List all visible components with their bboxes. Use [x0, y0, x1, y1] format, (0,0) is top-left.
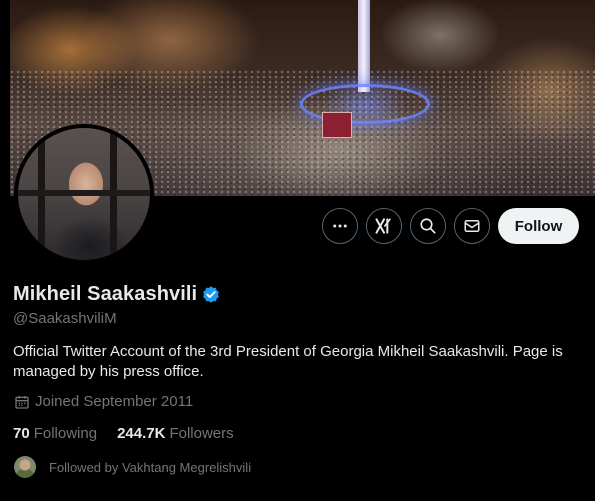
following-count: 70 — [13, 425, 30, 442]
avatar-bar — [38, 128, 45, 260]
display-name: Mikheil Saakashvili — [13, 283, 198, 305]
search-icon — [420, 218, 436, 234]
name-row: Mikheil Saakashvili — [13, 283, 221, 306]
verified-badge-icon[interactable] — [201, 285, 221, 305]
search-button[interactable] — [410, 208, 446, 244]
following-link[interactable]: 70 Following — [13, 425, 97, 442]
message-button[interactable] — [454, 208, 490, 244]
joined-date: Joined September 2011 — [14, 393, 193, 410]
banner-screen — [322, 112, 352, 138]
followed-by[interactable]: Followed by Vakhtang Megrelishvili — [14, 456, 251, 478]
follower-avatar — [14, 456, 36, 478]
followed-by-text: Followed by Vakhtang Megrelishvili — [49, 459, 252, 475]
followers-count: 244.7K — [117, 425, 166, 442]
calendar-icon — [15, 395, 29, 409]
avatar-hbar — [18, 190, 150, 196]
message-icon — [464, 220, 480, 232]
banner-monument — [358, 0, 370, 92]
banner-stage — [300, 84, 430, 124]
profile-bio: Official Twitter Account of the 3rd Pres… — [13, 343, 563, 380]
grok-icon — [375, 218, 391, 234]
follow-stats: 70 Following 244.7K Followers — [13, 425, 254, 442]
more-icon — [333, 224, 347, 228]
followers-link[interactable]: 244.7K Followers — [117, 425, 234, 442]
followers-label: Followers — [169, 425, 234, 442]
profile-avatar[interactable] — [14, 124, 154, 264]
user-handle: @SaakashviliM — [13, 310, 117, 327]
following-label: Following — [33, 425, 98, 442]
follow-button[interactable]: Follow — [498, 208, 579, 244]
more-button[interactable] — [322, 208, 358, 244]
avatar-bar — [110, 128, 117, 260]
joined-label: Joined September 2011 — [35, 393, 194, 410]
grok-button[interactable] — [366, 208, 402, 244]
